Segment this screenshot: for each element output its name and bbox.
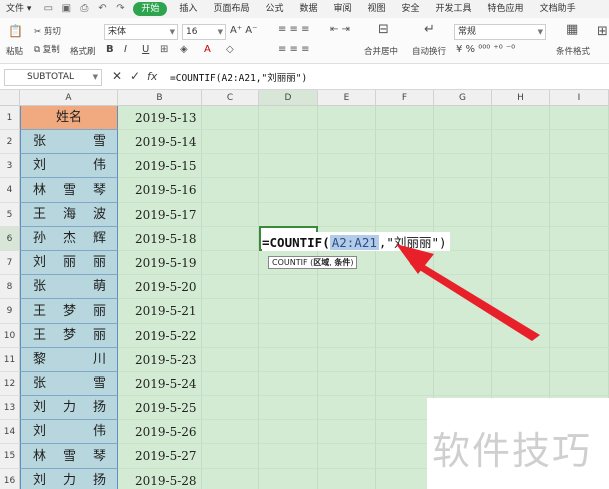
watermark: 软件技巧 — [427, 398, 609, 489]
